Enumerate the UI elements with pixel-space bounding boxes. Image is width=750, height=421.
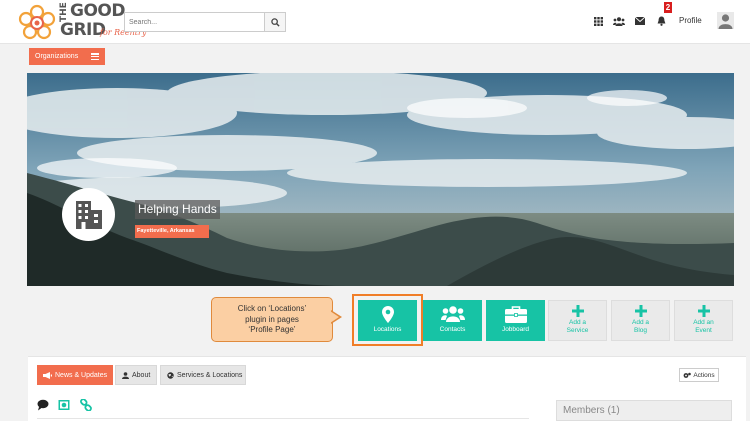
building-icon	[75, 200, 102, 229]
add-event-label-2: Event	[695, 326, 712, 334]
apps-grid-button[interactable]	[592, 15, 604, 27]
envelope-icon	[635, 17, 645, 25]
tab-services-locations[interactable]: Services & Locations	[160, 365, 246, 385]
tab-about-label: About	[132, 371, 151, 379]
apps-grid-icon	[593, 16, 603, 26]
user-icon	[122, 371, 129, 379]
tab-news-updates[interactable]: News & Updates	[37, 365, 113, 385]
briefcase-icon	[504, 305, 527, 323]
post-divider	[37, 418, 529, 419]
add-event-button[interactable]: Add an Event	[674, 300, 733, 341]
photo-icon[interactable]	[58, 399, 70, 411]
logo-grid-text: GRID	[60, 20, 106, 40]
search-input[interactable]	[124, 12, 264, 32]
avatar[interactable]	[717, 12, 734, 29]
logo-good-text: GOOD	[70, 1, 125, 21]
locations-highlight	[352, 294, 423, 346]
megaphone-icon	[43, 371, 52, 379]
plus-icon	[634, 305, 647, 317]
add-blog-label-2: Blog	[633, 326, 647, 334]
contacts-plugin-button[interactable]: Contacts	[423, 300, 482, 341]
notification-badge: 2	[664, 2, 672, 13]
org-location: Fayetteville, Arkansas	[135, 225, 209, 238]
add-event-label-1: Add an	[693, 319, 714, 326]
add-service-label-2: Service	[566, 326, 589, 334]
users-icon	[440, 306, 465, 322]
search-icon	[270, 17, 280, 27]
tab-news-updates-label: News & Updates	[55, 371, 108, 379]
jobboard-plugin-button[interactable]: Jobboard	[486, 300, 545, 341]
org-profile-image[interactable]	[62, 188, 115, 241]
organizations-label: Organizations	[35, 53, 79, 60]
actions-label: Actions	[693, 371, 715, 379]
messages-button[interactable]	[634, 15, 646, 27]
notifications-button[interactable]	[655, 15, 667, 27]
site-logo[interactable]: THE GOOD GRID for Reentry	[14, 1, 146, 42]
profile-link[interactable]: Profile	[679, 16, 702, 25]
jobboard-label: Jobboard	[501, 326, 530, 333]
instruction-callout: Click on ‘Locations’ plugin in pages ‘Pr…	[211, 297, 333, 342]
top-navbar: THE GOOD GRID for Reentry Search... 2 Pr…	[0, 0, 750, 44]
tab-services-locations-label: Services & Locations	[177, 371, 243, 379]
callout-arrow-fill	[330, 311, 339, 323]
users-icon	[613, 16, 625, 26]
callout-line-3: ‘Profile Page’	[248, 325, 296, 334]
globe-icon	[167, 371, 174, 379]
bell-icon	[657, 16, 665, 26]
gears-icon	[683, 372, 692, 378]
cover-banner	[27, 73, 734, 286]
hamburger-icon	[91, 53, 99, 61]
add-blog-label-1: Add a	[632, 319, 649, 326]
actions-button[interactable]: Actions	[679, 368, 719, 382]
contacts-label: Contacts	[439, 326, 466, 333]
members-panel-header[interactable]: Members (1)	[556, 400, 732, 421]
friends-button[interactable]	[613, 15, 625, 27]
add-blog-button[interactable]: Add a Blog	[611, 300, 670, 341]
add-service-label-1: Add a	[569, 319, 586, 326]
search-button[interactable]	[264, 12, 286, 32]
organizations-menu-button[interactable]: Organizations	[29, 48, 105, 65]
search-bar	[124, 12, 286, 32]
flower-logo-icon	[18, 4, 56, 40]
plus-icon	[697, 305, 710, 317]
org-name: Helping Hands	[135, 200, 220, 219]
link-icon[interactable]	[80, 399, 92, 411]
mountain-cover-image	[27, 73, 734, 286]
plus-icon	[571, 305, 584, 317]
tab-about[interactable]: About	[115, 365, 157, 385]
callout-line-2: plugin in pages	[245, 314, 299, 324]
add-service-button[interactable]: Add a Service	[548, 300, 607, 341]
callout-line-1: Click on ‘Locations’	[237, 304, 307, 313]
comment-icon[interactable]	[37, 399, 49, 411]
